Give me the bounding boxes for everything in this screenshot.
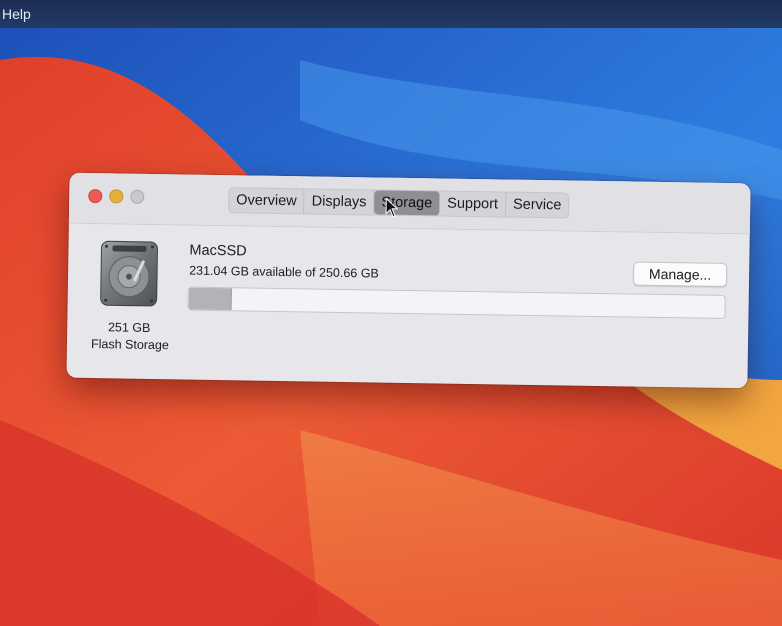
volume-name: MacSSD [189, 242, 247, 260]
minimize-window-button[interactable] [109, 189, 124, 204]
desktop: Help Overview Displays Storage Support S… [0, 0, 782, 626]
title-bar[interactable]: Overview Displays Storage Support Servic… [68, 172, 751, 235]
menu-help[interactable]: Help [2, 0, 31, 28]
tab-service[interactable]: Service [506, 193, 569, 218]
manage-button[interactable]: Manage... [632, 261, 728, 288]
disk-capacity-label: 251 GB [107, 320, 151, 335]
tab-overview[interactable]: Overview [229, 188, 305, 214]
tab-support[interactable]: Support [440, 191, 507, 217]
storage-usage-bar [187, 286, 726, 319]
close-window-button[interactable] [88, 188, 103, 204]
disk-type-label: Flash Storage [90, 337, 169, 353]
volume-usage-text: 231.04 GB available of 250.66 GB [189, 263, 379, 281]
tab-displays[interactable]: Displays [304, 189, 375, 215]
zoom-window-button[interactable] [130, 189, 145, 204]
about-this-mac-window: Overview Displays Storage Support Servic… [66, 172, 751, 389]
mouse-pointer-icon [385, 197, 399, 218]
internal-drive-icon [100, 240, 158, 307]
storage-used-segment [188, 287, 232, 311]
menu-bar: Help [0, 0, 782, 28]
